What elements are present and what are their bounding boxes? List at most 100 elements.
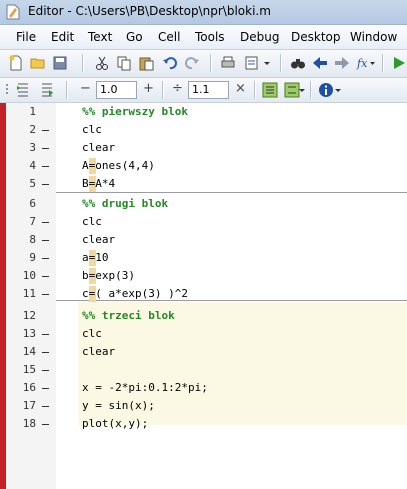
code-text: y = sin(x); — [82, 399, 155, 412]
code-text: a=10 — [82, 251, 109, 264]
code-line[interactable]: 2 clc — [6, 121, 407, 139]
cell-title: %% drugi blok — [82, 197, 169, 210]
cell-title: %% trzeci blok — [82, 309, 175, 322]
code-line[interactable]: 14 clear — [6, 343, 407, 361]
breakpoint-dash[interactable] — [42, 222, 49, 223]
code-line[interactable]: 17 y = sin(x); — [6, 397, 407, 415]
line-number: 8 — [29, 233, 36, 246]
open-folder-icon[interactable] — [30, 55, 46, 71]
breakpoint-dash[interactable] — [42, 424, 49, 425]
menu-desktop[interactable]: Desktop — [291, 30, 341, 44]
breakpoint-dash[interactable] — [42, 166, 49, 167]
save-icon[interactable] — [52, 55, 68, 71]
increment-button[interactable]: + — [143, 81, 154, 96]
menu-window[interactable]: Window — [350, 30, 397, 44]
breakpoint-dash[interactable] — [42, 130, 49, 131]
info-icon[interactable] — [318, 82, 334, 98]
line-number: 15 — [22, 363, 36, 376]
line-number: 1 — [29, 105, 36, 118]
code-text: clear — [82, 233, 116, 246]
code-line[interactable]: 13 clc — [6, 325, 407, 343]
breakpoint-dash[interactable] — [42, 334, 49, 335]
back-arrow-icon[interactable] — [312, 55, 328, 71]
code-line[interactable]: 1 %% pierwszy blok — [6, 103, 407, 121]
chevron-down-icon[interactable] — [334, 82, 342, 98]
menu-text[interactable]: Text — [88, 30, 112, 44]
new-file-icon[interactable] — [8, 55, 24, 71]
code-text: clear — [82, 141, 116, 154]
title-bar: Editor - C:\Users\PB\Desktop\npr\bloki.m — [0, 0, 407, 25]
show-cell-titles-icon[interactable] — [262, 82, 278, 98]
evaluate-advance-icon[interactable] — [40, 82, 56, 98]
breakpoint-dash[interactable] — [42, 276, 49, 277]
line-number: 16 — [22, 381, 36, 394]
code-line[interactable]: 18 plot(x,y); — [6, 415, 407, 433]
code-line[interactable]: 10 b=exp(3) — [6, 267, 407, 285]
menu-go[interactable]: Go — [126, 30, 143, 44]
code-line[interactable]: 4 A=ones(4,4) — [6, 157, 407, 175]
menu-debug[interactable]: Debug — [240, 30, 279, 44]
menu-tools[interactable]: Tools — [195, 30, 225, 44]
breakpoint-dash[interactable] — [42, 388, 49, 389]
paste-icon[interactable] — [138, 55, 154, 71]
factor-value-field[interactable]: 1.1 — [188, 81, 229, 99]
breakpoint-dash[interactable] — [42, 406, 49, 407]
code-line[interactable]: 12 %% trzeci blok — [6, 307, 407, 325]
decrement-button[interactable]: − — [80, 81, 91, 96]
code-line[interactable]: 6 %% drugi blok — [6, 195, 407, 213]
code-text: clc — [82, 215, 102, 228]
increment-value-field[interactable]: 1.0 — [96, 81, 137, 99]
breakpoint-dash[interactable] — [42, 370, 49, 371]
breakpoint-dash[interactable] — [42, 240, 49, 241]
line-number: 6 — [29, 197, 36, 210]
line-number: 17 — [22, 399, 36, 412]
cell-title: %% pierwszy blok — [82, 105, 188, 118]
line-number: 10 — [22, 269, 36, 282]
svg-text:fx: fx — [356, 57, 368, 70]
chevron-down-icon[interactable] — [262, 55, 272, 71]
cut-icon[interactable] — [94, 55, 110, 71]
run-icon[interactable] — [391, 55, 407, 71]
redo-icon[interactable] — [184, 55, 200, 71]
code-line[interactable]: 15 — [6, 361, 407, 379]
code-line[interactable]: 8 clear — [6, 231, 407, 249]
print-icon[interactable] — [220, 55, 236, 71]
toolbar-separator — [382, 54, 384, 72]
code-text: clear — [82, 345, 116, 358]
code-text: clc — [82, 123, 102, 136]
line-number: 5 — [29, 177, 36, 190]
code-line[interactable]: 7 clc — [6, 213, 407, 231]
undo-icon[interactable] — [162, 55, 178, 71]
function-browser-icon[interactable]: fx — [356, 55, 376, 71]
find-binoculars-icon[interactable] — [290, 55, 306, 71]
code-text: clc — [82, 327, 102, 340]
code-text: plot(x,y); — [82, 417, 149, 430]
breakpoint-dash[interactable] — [42, 184, 49, 185]
divide-button[interactable]: ÷ — [172, 81, 183, 96]
code-text: B=A*4 — [82, 177, 116, 190]
multiply-button[interactable]: × — [235, 81, 246, 96]
main-toolbar: fx — [0, 50, 407, 78]
chevron-down-icon[interactable] — [298, 82, 306, 98]
code-line[interactable]: 5 B=A*4 — [6, 175, 407, 193]
breakpoint-dash[interactable] — [42, 148, 49, 149]
breakpoint-dash[interactable] — [42, 294, 49, 295]
code-line[interactable]: 9 a=10 — [6, 249, 407, 267]
line-number: 7 — [29, 215, 36, 228]
copy-icon[interactable] — [116, 55, 132, 71]
breakpoint-dash[interactable] — [42, 258, 49, 259]
forward-arrow-icon[interactable] — [334, 55, 350, 71]
menu-edit[interactable]: Edit — [51, 30, 74, 44]
window-title: Editor - C:\Users\PB\Desktop\npr\bloki.m — [28, 4, 271, 18]
breakpoint-dash[interactable] — [42, 352, 49, 353]
menu-cell[interactable]: Cell — [158, 30, 180, 44]
code-text: c=( a*exp(3) )^2 — [82, 287, 188, 300]
code-line[interactable]: 16 x = -2*pi:0.1:2*pi; — [6, 379, 407, 397]
code-line[interactable]: 3 clear — [6, 139, 407, 157]
cell-toolbar: − 1.0 + ÷ 1.1 × — [0, 78, 407, 103]
code-line[interactable]: 11 c=( a*exp(3) )^2 — [6, 285, 407, 303]
evaluate-cell-icon[interactable] — [16, 82, 32, 98]
publish-icon[interactable] — [244, 55, 260, 71]
code-editor[interactable]: 1 %% pierwszy blok 2 clc 3 clear 4 A=ones(4,4) 5… — [0, 103, 407, 489]
menu-file[interactable]: File — [16, 30, 36, 44]
